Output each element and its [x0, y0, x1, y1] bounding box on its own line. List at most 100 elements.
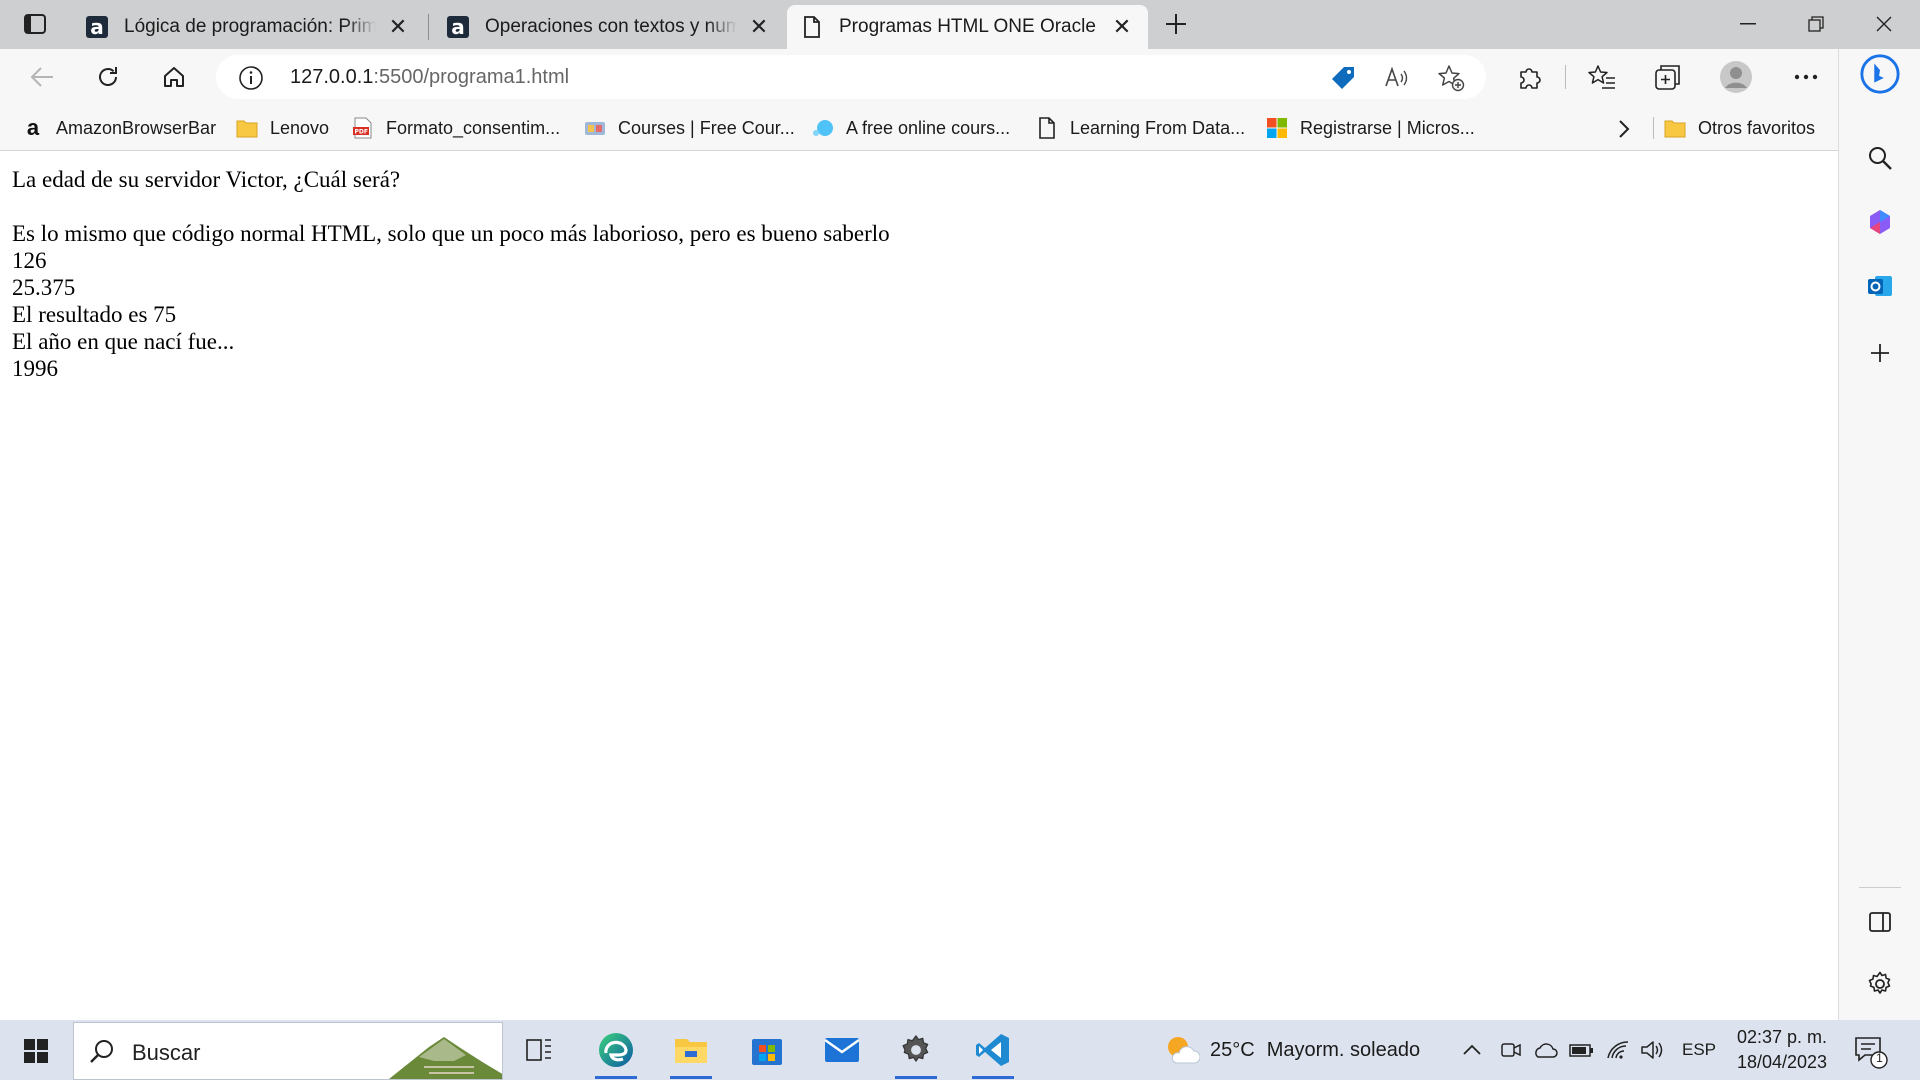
favorite-amazonbrowserbar[interactable]: a AmazonBrowserBar [22, 113, 216, 143]
site-info-icon[interactable] [238, 65, 264, 91]
settings-icon [902, 1035, 929, 1062]
tab-programas-html[interactable]: Programas HTML ONE Oracle ✕ [787, 5, 1148, 49]
star-add-icon [1438, 65, 1465, 92]
close-tab-icon[interactable]: ✕ [747, 14, 771, 39]
toolbar-divider [1565, 65, 1566, 89]
shapes-icon [1870, 210, 1890, 234]
sidebar-settings-button[interactable] [1859, 963, 1901, 1005]
sidebar-divider [1859, 887, 1901, 888]
add-favorite-button[interactable] [1436, 63, 1466, 93]
page-icon [1039, 117, 1055, 139]
restore-button[interactable] [1782, 4, 1850, 44]
sidebar-copilot-button[interactable] [1859, 201, 1901, 243]
tray-meet-now[interactable] [1500, 1020, 1522, 1080]
page-content: La edad de su servidor Victor, ¿Cuál ser… [0, 152, 1836, 1020]
vscode-icon [976, 1034, 1009, 1066]
content-line: Es lo mismo que código normal HTML, solo… [12, 221, 890, 246]
read-aloud-icon [1385, 66, 1408, 87]
page-icon [801, 16, 823, 38]
start-button[interactable] [14, 1034, 58, 1068]
back-button[interactable] [22, 58, 62, 96]
url-host: 127.0.0.1 [290, 66, 374, 88]
favorite-learning-from-data[interactable]: Learning From Data... [1036, 113, 1245, 143]
tag-icon [1332, 67, 1354, 89]
read-aloud-button[interactable] [1382, 63, 1412, 93]
course-bubble-icon [813, 120, 833, 136]
taskbar-store[interactable] [736, 1021, 798, 1079]
clock-time: 02:37 p. m. [1736, 1027, 1828, 1047]
refresh-icon [99, 67, 117, 86]
favorite-free-online-course[interactable]: A free online cours... [812, 113, 1010, 143]
extensions-button[interactable] [1510, 58, 1550, 96]
action-center-button[interactable]: 1 [1853, 1034, 1889, 1070]
favorite-label: Courses | Free Cour... [618, 117, 795, 138]
url-text[interactable]: 127.0.0.1:5500/programa1.html [290, 66, 569, 89]
search-highlight-illustration [389, 1037, 502, 1079]
taskbar-search-box[interactable]: Buscar [73, 1022, 503, 1080]
tray-wifi[interactable] [1606, 1020, 1630, 1080]
sidebar-search-button[interactable] [1859, 137, 1901, 179]
favorites-list-icon [1588, 65, 1615, 89]
content-line: 25.375 [12, 275, 76, 300]
tab-operaciones-textos[interactable]: a Operaciones con textos y numeros ✕ [433, 5, 785, 49]
tab-actions-icon [24, 14, 46, 34]
input-language[interactable]: ESP [1682, 1020, 1716, 1080]
sidebar-outlook-button[interactable] [1859, 265, 1901, 307]
favorite-formato-consentimiento[interactable]: PDF Formato_consentim... [352, 113, 560, 143]
content-line: 126 [12, 248, 47, 273]
wifi-icon [1607, 1041, 1629, 1059]
taskbar-settings[interactable] [885, 1021, 947, 1079]
cloud-icon [1535, 1043, 1558, 1058]
pdf-icon: PDF [353, 117, 372, 139]
favorite-courses-free[interactable]: Courses | Free Cour... [584, 113, 795, 143]
home-button[interactable] [154, 58, 194, 96]
more-favorites-button[interactable] [1609, 117, 1639, 141]
address-bar[interactable]: 127.0.0.1:5500/programa1.html [216, 55, 1486, 99]
close-tab-icon[interactable]: ✕ [386, 14, 410, 39]
more-icon [1794, 74, 1818, 80]
new-tab-button[interactable] [1159, 8, 1193, 40]
settings-more-button[interactable] [1786, 58, 1826, 96]
weather-widget[interactable]: 25°C Mayorm. soleado [1164, 1020, 1420, 1080]
profile-button[interactable] [1716, 58, 1756, 96]
bing-chat-button[interactable] [1859, 53, 1901, 95]
tab-title: Operaciones con textos y numeros [485, 16, 737, 37]
content-line: El resultado es 75 [12, 302, 177, 327]
favorites-bar: a AmazonBrowserBar Lenovo PDF Formato_co… [0, 105, 1838, 151]
close-tab-icon[interactable]: ✕ [1110, 14, 1134, 39]
minimize-button[interactable] [1714, 4, 1782, 44]
gear-icon [1868, 971, 1891, 994]
tray-battery[interactable] [1568, 1020, 1594, 1080]
taskbar-mail[interactable] [811, 1021, 873, 1079]
task-view-button[interactable] [508, 1021, 570, 1079]
tray-onedrive[interactable] [1532, 1020, 1558, 1080]
tab-logica-programacion[interactable]: a Lógica de programación: Primeros pasos… [72, 5, 424, 49]
tray-volume[interactable] [1640, 1020, 1666, 1080]
hide-sidebar-button[interactable] [1859, 901, 1901, 943]
sidebar-add-button[interactable] [1859, 332, 1901, 374]
shopping-tag-button[interactable] [1328, 63, 1358, 93]
outlook-icon [1868, 276, 1892, 296]
tab-title: Programas HTML ONE Oracle [839, 16, 1096, 37]
line-break [12, 193, 1824, 220]
sidebar-toggle-icon [1869, 912, 1891, 932]
tab-actions-button[interactable] [19, 10, 51, 38]
plus-icon [1166, 14, 1186, 34]
favorite-registrarse-microsoft[interactable]: Registrarse | Micros... [1266, 113, 1475, 143]
favorite-lenovo[interactable]: Lenovo [236, 113, 329, 143]
collections-button[interactable] [1648, 58, 1688, 96]
close-icon [1876, 16, 1892, 32]
taskbar-clock[interactable]: 02:37 p. m. 18/04/2023 [1734, 1025, 1830, 1075]
navigation-toolbar: 127.0.0.1:5500/programa1.html [0, 49, 1838, 105]
weather-temperature: 25°C [1210, 1038, 1255, 1061]
refresh-button[interactable] [88, 58, 128, 96]
taskbar-edge[interactable] [585, 1021, 647, 1079]
taskbar-vscode[interactable] [962, 1021, 1024, 1079]
other-favorites-folder[interactable]: Otros favoritos [1664, 113, 1815, 143]
taskbar-file-explorer[interactable] [660, 1021, 722, 1079]
url-path: :5500/programa1.html [373, 66, 570, 88]
close-window-button[interactable] [1850, 4, 1918, 44]
favorites-button[interactable] [1582, 58, 1622, 96]
favorite-label: Registrarse | Micros... [1300, 117, 1475, 138]
show-hidden-icons-button[interactable] [1462, 1020, 1482, 1080]
